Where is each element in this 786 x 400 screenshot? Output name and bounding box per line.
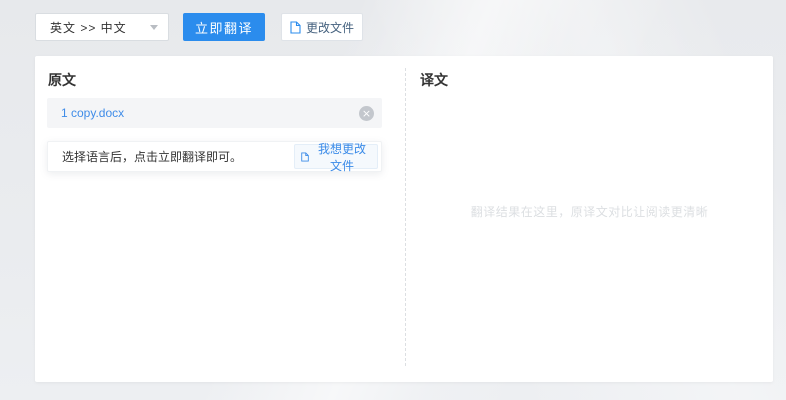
language-direction-select[interactable]: 英文 >> 中文: [35, 13, 169, 41]
change-file-button[interactable]: 更改文件: [281, 13, 363, 41]
toolbar: 英文 >> 中文 立即翻译 更改文件: [35, 13, 363, 41]
file-name-link[interactable]: 1 copy.docx: [47, 106, 359, 120]
file-icon: [301, 151, 309, 163]
target-panel-title: 译文: [420, 70, 448, 90]
uploaded-file-item: 1 copy.docx ×: [47, 98, 382, 128]
translation-placeholder: 翻译结果在这里，原译文对比让阅读更清晰: [406, 203, 773, 220]
language-direction-value: 英文 >> 中文: [50, 19, 127, 36]
chevron-down-icon: [150, 25, 158, 30]
file-icon: [290, 21, 301, 34]
translate-now-button[interactable]: 立即翻译: [183, 13, 265, 41]
hint-text: 选择语言后，点击立即翻译即可。: [48, 148, 294, 165]
inline-change-file-label: 我想更改文件: [313, 140, 371, 174]
remove-file-button[interactable]: ×: [359, 106, 374, 121]
translation-panel: 原文 1 copy.docx × 选择语言后，点击立即翻译即可。 我想更改文件 …: [35, 56, 773, 382]
close-icon: ×: [362, 107, 371, 120]
hint-bar: 选择语言后，点击立即翻译即可。 我想更改文件: [47, 141, 382, 172]
change-file-label: 更改文件: [306, 19, 354, 36]
source-panel-title: 原文: [48, 70, 76, 90]
inline-change-file-button[interactable]: 我想更改文件: [294, 144, 378, 169]
